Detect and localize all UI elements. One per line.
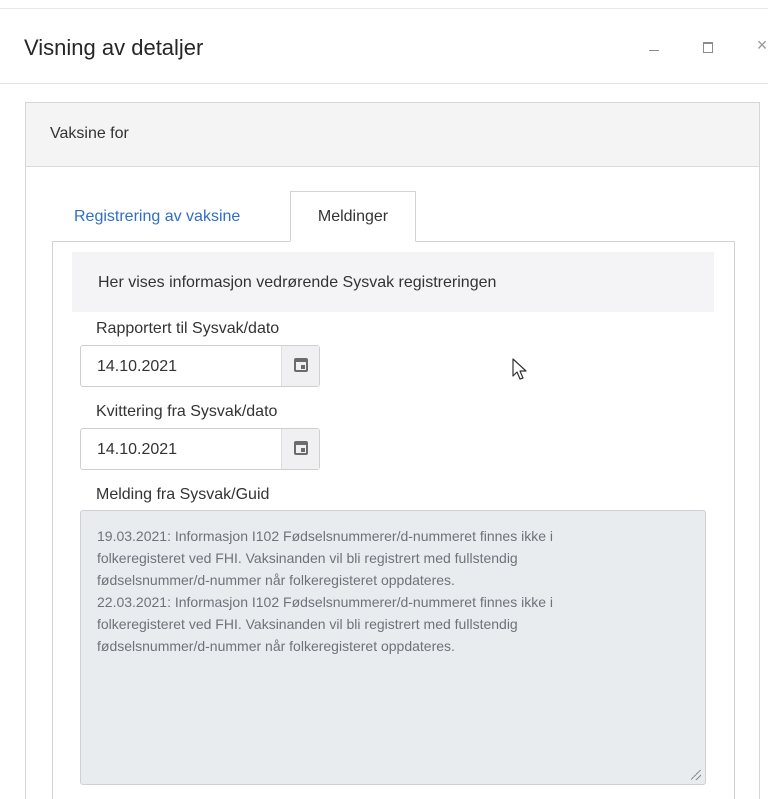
melding-line: fødselsnummer/d-nummer når folkeregister…	[97, 638, 455, 654]
rapportert-date-value: 14.10.2021	[97, 358, 178, 375]
kvittering-calendar-button[interactable]	[281, 429, 319, 469]
details-window: Visning av detaljer × Vaksine for Regist…	[0, 0, 768, 799]
window-title: Visning av detaljer	[24, 35, 204, 60]
melding-line: folkeregisteret ved FHI. Vaksinanden vil…	[97, 616, 518, 632]
rapportert-calendar-button[interactable]	[281, 346, 319, 386]
tab-registrering[interactable]: Registrering av vaksine	[58, 192, 256, 242]
panel-header-title: Vaksine for	[50, 125, 129, 142]
mouse-cursor-icon	[512, 358, 527, 380]
rapportert-date-field[interactable]: 14.10.2021	[80, 345, 320, 387]
kvittering-date-field[interactable]: 14.10.2021	[80, 428, 320, 470]
melding-line: folkeregisteret ved FHI. Vaksinanden vil…	[97, 550, 518, 566]
melding-line: 22.03.2021: Informasjon I102 Fødselsnumm…	[97, 594, 553, 610]
kvittering-date-value: 14.10.2021	[97, 441, 178, 458]
melding-line: fødselsnummer/d-nummer når folkeregister…	[97, 572, 455, 588]
title-bar: Visning av detaljer ×	[0, 8, 768, 84]
info-banner: Her vises informasjon vedrørende Sysvak …	[72, 252, 714, 312]
minimize-icon[interactable]	[644, 37, 664, 57]
panel-header: Vaksine for	[26, 103, 759, 167]
resize-grip-icon[interactable]	[691, 770, 701, 780]
melding-label: Melding fra Sysvak/Guid	[96, 486, 270, 503]
calendar-icon	[294, 358, 308, 372]
kvittering-label: Kvittering fra Sysvak/dato	[96, 403, 278, 420]
info-banner-text: Her vises informasjon vedrørende Sysvak …	[98, 274, 497, 291]
melding-textarea[interactable]: 19.03.2021: Informasjon I102 Fødselsnumm…	[80, 510, 706, 785]
rapportert-label: Rapportert til Sysvak/dato	[96, 320, 280, 337]
melding-line: 19.03.2021: Informasjon I102 Fødselsnumm…	[97, 528, 553, 544]
tab-meldinger[interactable]: Meldinger	[290, 191, 416, 242]
maximize-icon[interactable]	[697, 37, 717, 57]
calendar-icon	[294, 441, 308, 455]
close-icon[interactable]: ×	[752, 35, 768, 55]
